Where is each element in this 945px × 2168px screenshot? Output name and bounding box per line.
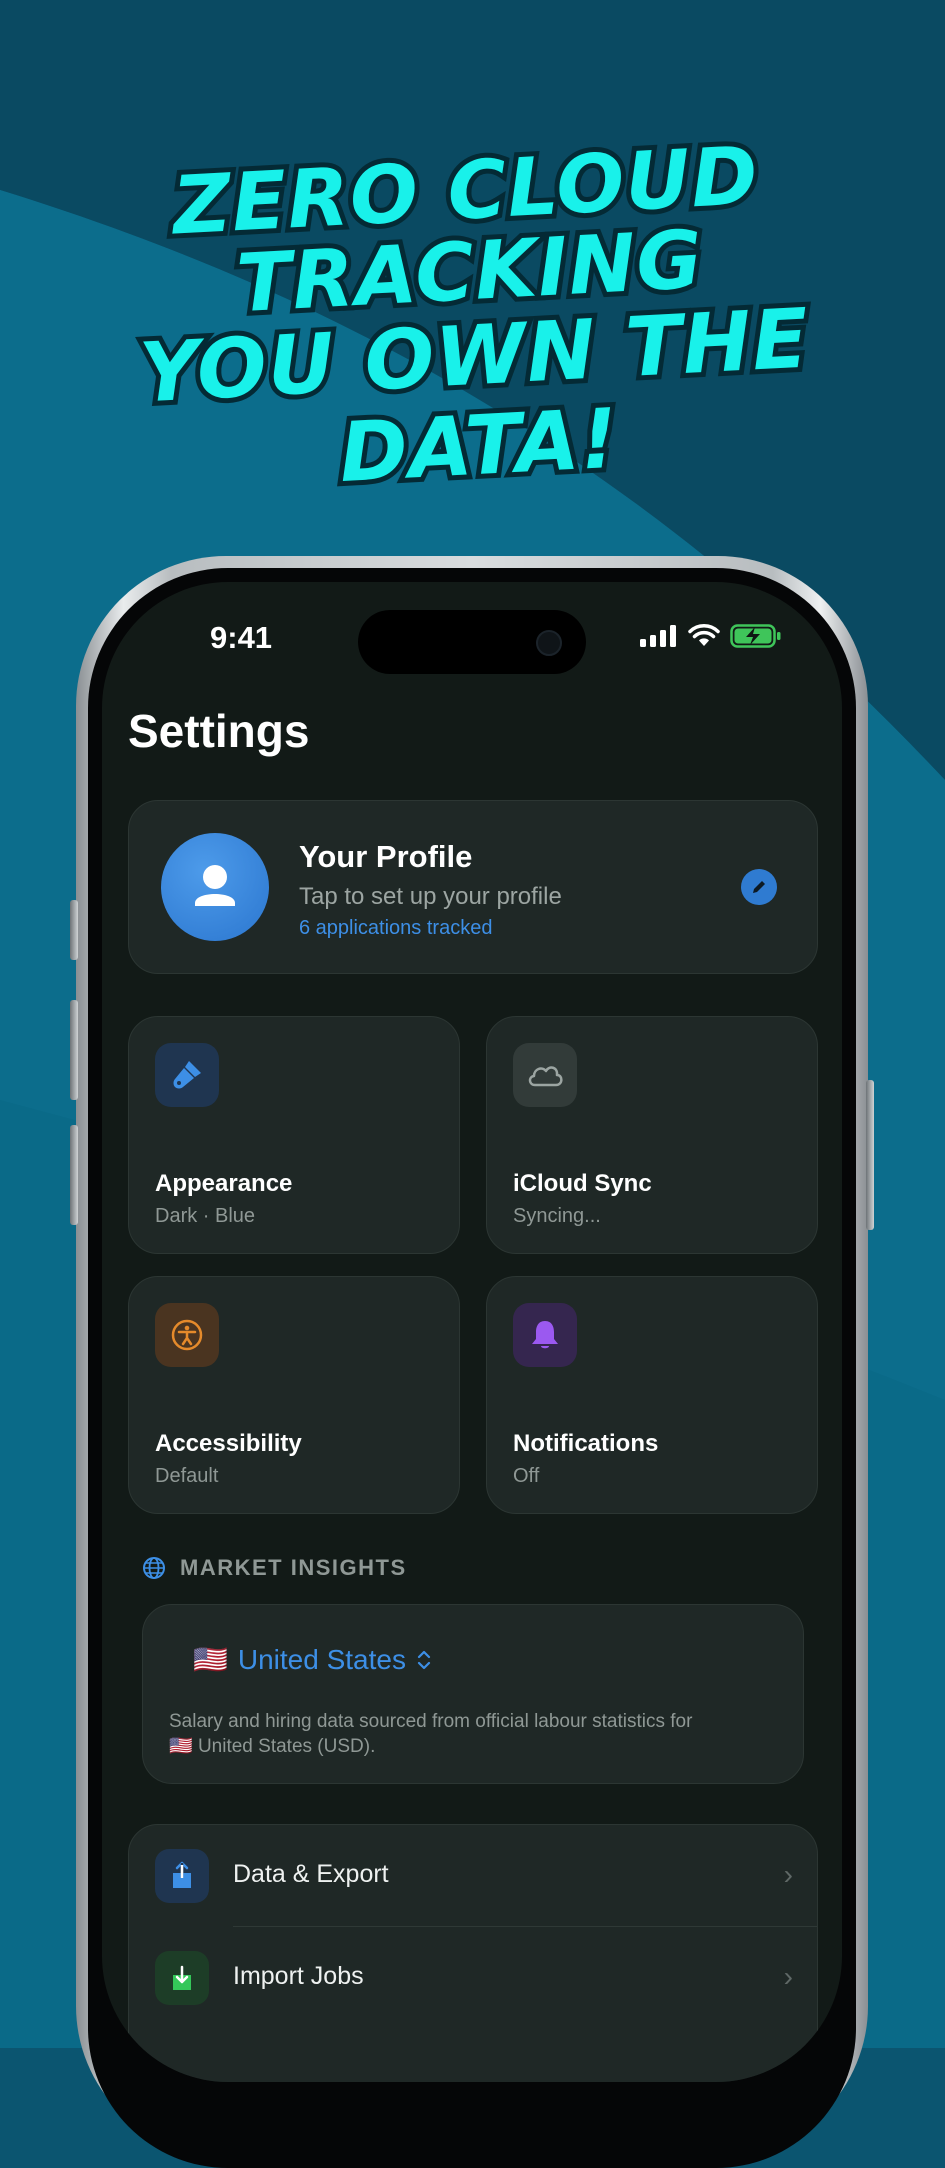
dynamic-island <box>358 610 586 674</box>
import-icon <box>155 1951 209 2005</box>
market-note-country: United States (USD). <box>197 1736 376 1757</box>
page-title: Settings <box>128 705 310 757</box>
section-title: MARKET INSIGHTS <box>180 1555 407 1580</box>
tile-title: iCloud Sync <box>513 1170 652 1197</box>
tile-subtitle: Off <box>513 1465 540 1487</box>
icloud-sync-tile[interactable]: iCloud Sync Syncing... <box>486 1016 818 1254</box>
phone-volume-up-button <box>70 1000 78 1100</box>
battery-charging-icon <box>730 624 781 648</box>
chevron-up-down-icon <box>417 1650 431 1669</box>
chevron-right-icon: › <box>783 1961 793 1992</box>
market-insights-header: MARKET INSIGHTS <box>142 1555 407 1581</box>
phone-action-button <box>70 900 78 960</box>
tile-subtitle: Default <box>155 1465 219 1487</box>
country-name: United States <box>237 1643 406 1675</box>
import-jobs-row[interactable]: Import Jobs › <box>129 1927 817 2029</box>
market-note-flag: 🇺🇸 <box>169 1736 193 1757</box>
market-note: Salary and hiring data sourced from offi… <box>169 1709 789 1759</box>
data-export-row[interactable]: Data & Export › <box>129 1825 817 1927</box>
applications-tracked-count: 6 applications tracked <box>299 917 493 939</box>
chevron-right-icon: › <box>783 1859 793 1890</box>
row-label: Data & Export <box>233 1860 389 1888</box>
phone-screen: 9:41 Settings Your Profile Tap to set up… <box>102 582 842 2082</box>
settings-list: Data & Export › Import Jobs › <box>128 1824 818 2082</box>
row-label: Import Jobs <box>233 1962 364 1990</box>
notifications-tile[interactable]: Notifications Off <box>486 1276 818 1514</box>
avatar <box>161 833 269 941</box>
cloud-icon <box>513 1043 577 1107</box>
pencil-icon <box>753 881 765 893</box>
profile-card[interactable]: Your Profile Tap to set up your profile … <box>128 800 818 974</box>
promo-headline: ZERO CLOUD TRACKING YOU OWN THE DATA! <box>0 124 945 517</box>
status-icons <box>640 624 782 648</box>
us-flag-icon: 🇺🇸 <box>193 1644 228 1675</box>
tile-title: Accessibility <box>155 1430 302 1457</box>
tile-title: Notifications <box>513 1430 659 1457</box>
paintbrush-icon <box>155 1043 219 1107</box>
accessibility-tile[interactable]: Accessibility Default <box>128 1276 460 1514</box>
profile-subtitle: Tap to set up your profile <box>299 883 562 910</box>
tile-subtitle: Dark · Blue <box>155 1205 256 1227</box>
edit-profile-button[interactable] <box>741 869 777 905</box>
accessibility-icon <box>155 1303 219 1367</box>
wifi-icon <box>688 624 720 646</box>
market-note-text: Salary and hiring data sourced from offi… <box>169 1711 693 1732</box>
camera-icon <box>536 630 562 656</box>
phone-power-button <box>866 1080 874 1230</box>
globe-icon <box>143 1557 165 1579</box>
cellular-signal-icon <box>640 625 676 647</box>
status-time: 9:41 <box>210 620 273 655</box>
tile-subtitle: Syncing... <box>513 1205 601 1227</box>
person-icon <box>195 865 235 906</box>
appearance-tile[interactable]: Appearance Dark · Blue <box>128 1016 460 1254</box>
phone-volume-down-button <box>70 1125 78 1225</box>
country-picker[interactable]: 🇺🇸 United States <box>193 1643 432 1676</box>
bell-icon <box>513 1303 577 1367</box>
market-insights-card: 🇺🇸 United States Salary and hiring data … <box>142 1604 804 1784</box>
share-icon <box>155 1849 209 1903</box>
tile-title: Appearance <box>155 1170 293 1197</box>
profile-name: Your Profile <box>299 839 473 874</box>
